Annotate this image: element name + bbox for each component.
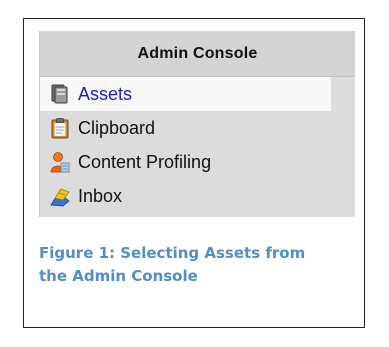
- inbox-icon: [48, 184, 72, 208]
- menu-item-content-profiling[interactable]: Content Profiling: [40, 145, 355, 179]
- menu-item-inbox[interactable]: Inbox: [40, 179, 355, 213]
- figure-frame: Admin Console Assets Clipboard Content P…: [23, 18, 365, 328]
- content-profiling-icon: [48, 150, 72, 174]
- clipboard-icon: [48, 116, 72, 140]
- admin-console-panel: Admin Console Assets Clipboard Content P…: [39, 31, 355, 217]
- figure-caption-line-1: Figure 1: Selecting Assets from: [39, 244, 306, 262]
- figure-caption: Figure 1: Selecting Assets from the Admi…: [39, 242, 339, 288]
- menu-item-label: Clipboard: [78, 117, 156, 138]
- admin-console-title: Admin Console: [137, 44, 258, 62]
- figure-caption-line-2: the Admin Console: [39, 267, 198, 285]
- admin-console-header: Admin Console: [40, 31, 355, 77]
- menu-item-assets[interactable]: Assets: [40, 77, 331, 111]
- assets-icon: [48, 82, 72, 106]
- menu-item-clipboard[interactable]: Clipboard: [40, 111, 355, 145]
- menu-item-label: Content Profiling: [78, 151, 212, 172]
- menu-item-label: Inbox: [78, 185, 123, 206]
- menu-item-label: Assets: [78, 83, 133, 104]
